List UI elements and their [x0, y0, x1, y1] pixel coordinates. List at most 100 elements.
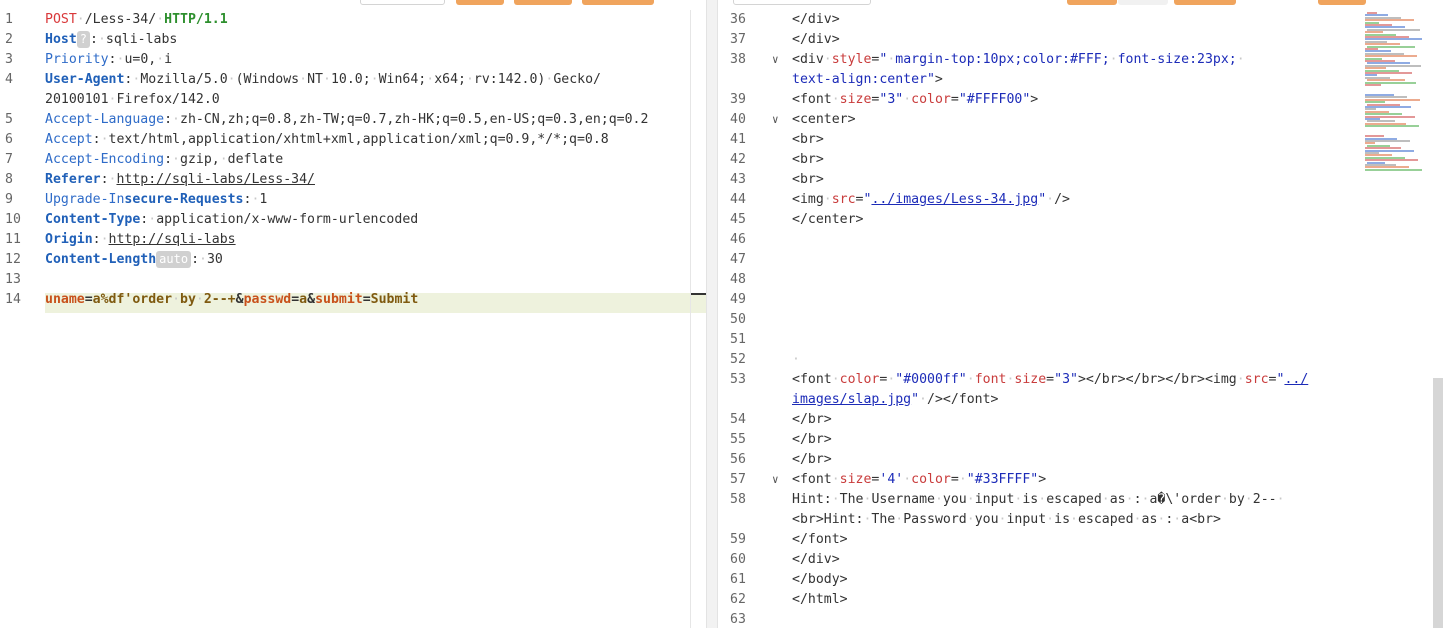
- code-line[interactable]: 12 Content-Length auto:·30: [0, 250, 706, 270]
- toolbar-button[interactable]: [1067, 0, 1117, 5]
- code-token: Priority: [45, 52, 109, 67]
- code-line[interactable]: 47: [718, 250, 1443, 270]
- code-line[interactable]: 3 Priority:·u=0,·i: [0, 50, 706, 70]
- code-line[interactable]: 40 ∨ <center>: [718, 110, 1443, 130]
- whitespace-marker: ·: [1244, 492, 1253, 507]
- response-scrollbar[interactable]: [1433, 378, 1443, 628]
- code-token: font-size:23px;: [1117, 52, 1237, 67]
- code-line[interactable]: 4 User-Agent:·Mozilla/5.0·(Windows·NT·10.…: [0, 70, 706, 90]
- code-line[interactable]: 38 ∨ <div·style="·margin-top:10px;color:#F…: [718, 50, 1443, 70]
- code-line[interactable]: 10 Content-Type:·application/x-www-form-u…: [0, 210, 706, 230]
- response-minimap[interactable]: [1363, 10, 1425, 171]
- code-token: <br>: [792, 172, 824, 187]
- code-token: uname: [45, 292, 85, 307]
- line-content: </br>: [792, 450, 832, 470]
- code-line[interactable]: images/slap.jpg"·/></font>: [718, 390, 1443, 410]
- toolbar-button[interactable]: [582, 0, 654, 5]
- toolbar-button[interactable]: [514, 0, 572, 5]
- code-line[interactable]: 8 Referer:·http://sqli-labs/Less-34/: [0, 170, 706, 190]
- code-token: i: [164, 52, 173, 67]
- code-line[interactable]: 37 </div>: [718, 30, 1443, 50]
- code-line[interactable]: 39 <font·size="3"·color="#FFFF00">: [718, 90, 1443, 110]
- whitespace-marker: ·: [199, 252, 207, 267]
- line-number: 38: [730, 52, 746, 67]
- line-number: 49: [730, 292, 746, 307]
- code-line[interactable]: 60 </div>: [718, 550, 1443, 570]
- code-line[interactable]: 48: [718, 270, 1443, 290]
- code-line[interactable]: 49: [718, 290, 1443, 310]
- fold-chevron-icon[interactable]: ∨: [772, 470, 786, 490]
- whitespace-marker: ·: [426, 72, 435, 87]
- whitespace-marker: ·: [156, 12, 165, 27]
- fold-chevron-icon[interactable]: ∨: [772, 50, 786, 70]
- code-line[interactable]: 46: [718, 230, 1443, 250]
- code-line[interactable]: 20100101·Firefox/142.0: [0, 90, 706, 110]
- code-line[interactable]: 6 Accept:·text/html,application/xhtml+xml…: [0, 130, 706, 150]
- line-content: <font·size="3"·color="#FFFF00">: [792, 90, 1038, 110]
- response-editor-pane[interactable]: 36 </div> 37 </div> 38 ∨ <div·style="·margin-t…: [718, 0, 1443, 628]
- code-line[interactable]: 61 </body>: [718, 570, 1443, 590]
- whitespace-marker: ·: [966, 512, 975, 527]
- code-token: ": [1038, 192, 1047, 207]
- code-token: text-align:center": [792, 72, 935, 87]
- code-line[interactable]: 41 <br>: [718, 130, 1443, 150]
- code-token: 30: [206, 252, 223, 267]
- code-line[interactable]: 36 </div>: [718, 10, 1443, 30]
- toolbar-button[interactable]: [360, 0, 445, 5]
- code-line[interactable]: 44 <img·src="../images/Less-34.jpg"·/>: [718, 190, 1443, 210]
- code-line[interactable]: 43 <br>: [718, 170, 1443, 190]
- code-token: The: [871, 512, 896, 527]
- line-content: Upgrade-Insecure-Requests:·1: [45, 190, 267, 210]
- toolbar-button[interactable]: [1174, 0, 1236, 5]
- code-line[interactable]: 2 Host?:·sqli-labs: [0, 30, 706, 50]
- request-code-area[interactable]: 1 POST·/Less-34/·HTTP/1.1 2 Host?:·sqli-lab…: [0, 10, 706, 310]
- whitespace-marker: ·: [172, 292, 181, 307]
- code-token: Win64;: [378, 72, 427, 87]
- request-scrollbar[interactable]: [690, 10, 706, 628]
- code-line[interactable]: 11 Origin:·http://sqli-labs: [0, 230, 706, 250]
- toolbar-button[interactable]: [733, 0, 871, 5]
- code-line[interactable]: 62 </html>: [718, 590, 1443, 610]
- code-token: =: [950, 92, 959, 107]
- code-line[interactable]: 51: [718, 330, 1443, 350]
- code-token: :: [92, 132, 101, 147]
- toolbar-button[interactable]: [1318, 0, 1366, 5]
- code-token: />: [1054, 192, 1070, 207]
- code-line[interactable]: 58 Hint:·The·Username·you·input·is·escape…: [718, 490, 1443, 510]
- toolbar-button[interactable]: [456, 0, 504, 5]
- code-line[interactable]: 1 POST·/Less-34/·HTTP/1.1: [0, 10, 706, 30]
- code-line[interactable]: 9 Upgrade-Insecure-Requests:·1: [0, 190, 706, 210]
- code-token: style: [831, 52, 872, 67]
- code-line[interactable]: 56 </br>: [718, 450, 1443, 470]
- code-line[interactable]: 42 <br>: [718, 150, 1443, 170]
- toolbar-button[interactable]: [1118, 0, 1168, 5]
- line-number: 1: [5, 12, 13, 27]
- code-line[interactable]: 53 <font·color=·"#0000ff"·font·size="3"><…: [718, 370, 1443, 390]
- request-editor-pane[interactable]: 1 POST·/Less-34/·HTTP/1.1 2 Host?:·sqli-lab…: [0, 0, 706, 628]
- code-line[interactable]: 52 ·: [718, 350, 1443, 370]
- line-number: 40: [730, 112, 746, 127]
- line-number: 4: [5, 72, 13, 87]
- code-line[interactable]: text-align:center">: [718, 70, 1443, 90]
- code-line[interactable]: 45 </center>: [718, 210, 1443, 230]
- whitespace-marker: ·: [156, 52, 165, 67]
- code-line[interactable]: 57 ∨ <font·size='4'·color=·"#33FFFF">: [718, 470, 1443, 490]
- code-line[interactable]: 5 Accept-Language:·zh-CN,zh;q=0.8,zh-TW;q…: [0, 110, 706, 130]
- whitespace-marker: ·: [1133, 512, 1142, 527]
- code-line[interactable]: 7 Accept-Encoding:·gzip,·deflate: [0, 150, 706, 170]
- code-token: Mozilla/5.0: [140, 72, 228, 87]
- code-line[interactable]: 50: [718, 310, 1443, 330]
- scrollbar-thumb[interactable]: [691, 293, 706, 295]
- code-line[interactable]: 63: [718, 610, 1443, 628]
- code-line[interactable]: 59 </font>: [718, 530, 1443, 550]
- code-line[interactable]: <br>Hint:·The·Password·you·input·is·esca…: [718, 510, 1443, 530]
- fold-chevron-icon[interactable]: ∨: [772, 110, 786, 130]
- code-line[interactable]: 54 </br>: [718, 410, 1443, 430]
- response-code-area[interactable]: 36 </div> 37 </div> 38 ∨ <div·style="·margin-t…: [718, 10, 1443, 628]
- code-line[interactable]: 55 </br>: [718, 430, 1443, 450]
- line-content: 20100101·Firefox/142.0: [45, 90, 220, 110]
- pane-splitter[interactable]: [706, 0, 718, 628]
- code-line[interactable]: 13: [0, 270, 706, 290]
- code-token: 10.0;: [330, 72, 371, 87]
- code-line[interactable]: 14 uname=a%df'order·by·2--+&passwd=a&subm…: [0, 290, 706, 310]
